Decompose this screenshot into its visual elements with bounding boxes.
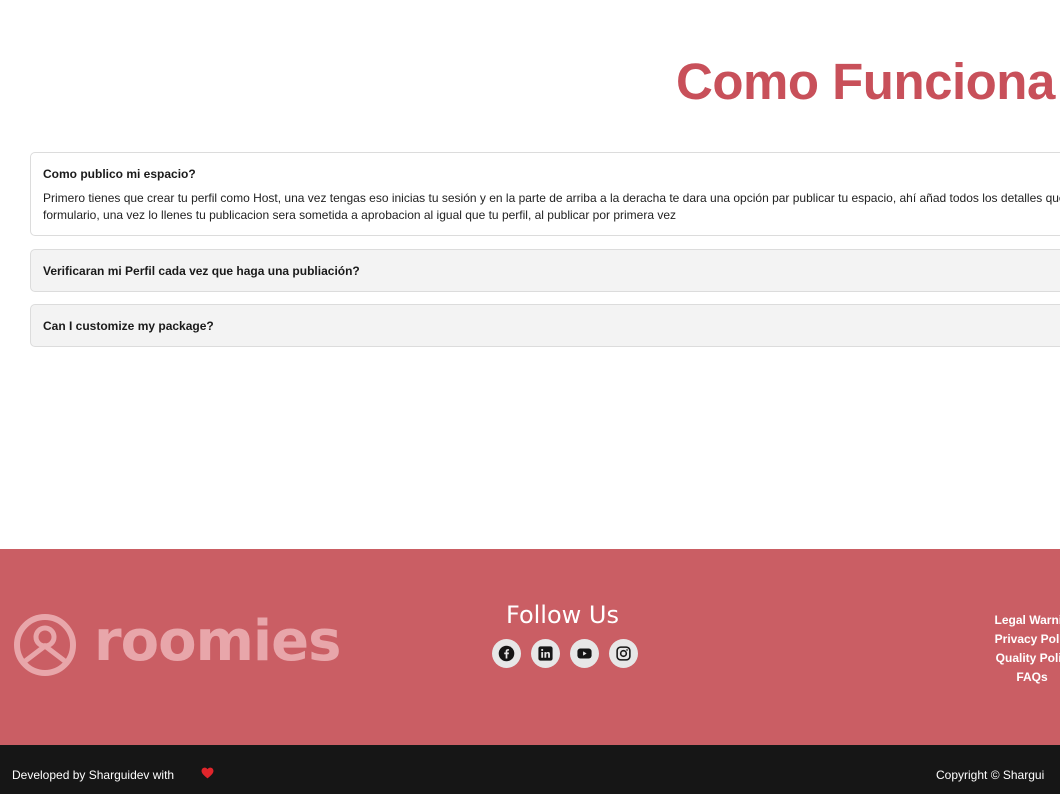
linkedin-glyph [538, 646, 553, 661]
copyright-text: Copyright © Shargui [936, 768, 1045, 782]
youtube-icon[interactable] [570, 639, 599, 668]
legal-warning-link[interactable]: Legal Warnin [982, 611, 1060, 630]
developed-by-text: Developed by Sharguidev with [12, 768, 175, 782]
heart-icon [201, 767, 214, 779]
youtube-glyph [577, 648, 592, 659]
faq-question[interactable]: Como publico mi espacio? [43, 167, 196, 181]
facebook-icon[interactable] [492, 639, 521, 668]
instagram-icon[interactable] [609, 639, 638, 668]
instagram-glyph [616, 646, 631, 661]
follow-us-heading: Follow Us [506, 601, 619, 629]
privacy-policy-link[interactable]: Privacy Polic [982, 630, 1060, 649]
roomies-logo[interactable]: roomies [12, 609, 341, 679]
faq-question[interactable]: Can I customize my package? [43, 319, 214, 333]
faq-item-collapsed[interactable]: Can I customize my package? [30, 304, 1060, 347]
facebook-glyph [498, 645, 515, 662]
footer-links: Legal Warnin Privacy Polic Quality Polic… [982, 611, 1060, 687]
logo-wordmark: roomies [94, 609, 341, 674]
linkedin-icon[interactable] [531, 639, 560, 668]
faq-question[interactable]: Verificaran mi Perfil cada vez que haga … [43, 264, 360, 278]
faq-item-expanded[interactable]: Como publico mi espacio? Primero tienes … [30, 152, 1060, 236]
roomies-logo-mark [14, 614, 76, 676]
faq-answer: Primero tienes que crear tu perfil como … [43, 191, 1060, 222]
quality-policy-link[interactable]: Quality Polic [982, 649, 1060, 668]
faq-item-collapsed[interactable]: Verificaran mi Perfil cada vez que haga … [30, 249, 1060, 292]
page: Como Funciona Como publico mi espacio? P… [0, 0, 1060, 794]
faqs-link[interactable]: FAQs [982, 668, 1060, 687]
page-title: Como Funciona [676, 53, 1055, 110]
